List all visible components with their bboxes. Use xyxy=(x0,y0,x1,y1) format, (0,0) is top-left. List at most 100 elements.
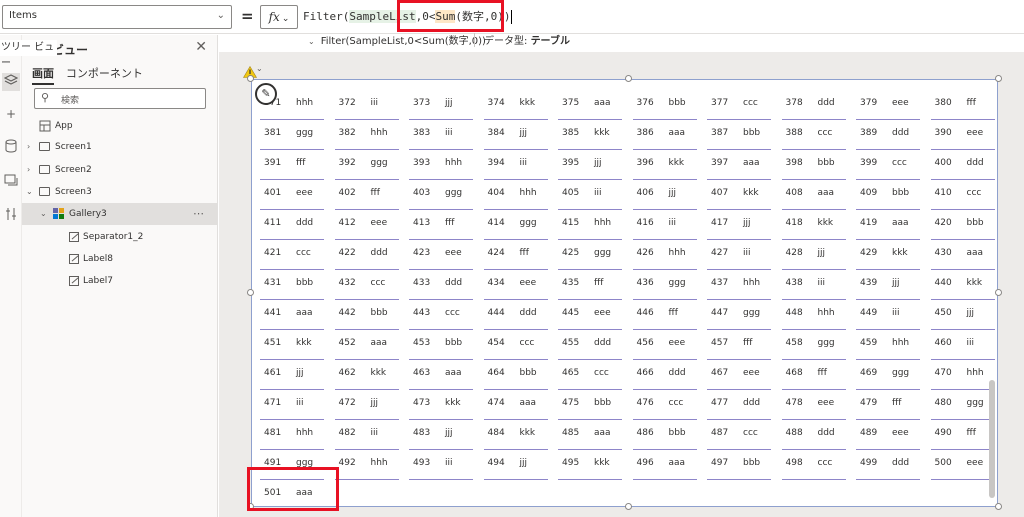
gallery-item[interactable]: 436 ggg xyxy=(625,270,700,300)
gallery-item[interactable]: 458 ggg xyxy=(774,330,849,360)
gallery-item[interactable]: 484 kkk xyxy=(476,420,551,450)
gallery-item[interactable]: 420 bbb xyxy=(923,210,998,240)
gallery-item[interactable]: 391 fff xyxy=(252,150,327,180)
gallery-item[interactable]: 404 hhh xyxy=(476,180,551,210)
gallery-item[interactable]: 453 bbb xyxy=(401,330,476,360)
gallery-item[interactable]: 489 eee xyxy=(848,420,923,450)
gallery-item[interactable]: 380 fff xyxy=(923,90,998,120)
gallery-item[interactable]: 402 fff xyxy=(327,180,402,210)
gallery-item[interactable]: 481 hhh xyxy=(252,420,327,450)
gallery-item[interactable]: 419 aaa xyxy=(848,210,923,240)
gallery-item[interactable]: 382 hhh xyxy=(327,120,402,150)
gallery-item[interactable]: 430 aaa xyxy=(923,240,998,270)
gallery-item[interactable]: 434 eee xyxy=(476,270,551,300)
gallery-item[interactable]: 464 bbb xyxy=(476,360,551,390)
gallery-item[interactable]: 442 bbb xyxy=(327,300,402,330)
gallery-item[interactable]: 433 ddd xyxy=(401,270,476,300)
gallery-item[interactable]: 421 ccc xyxy=(252,240,327,270)
gallery-item[interactable]: 449 iii xyxy=(848,300,923,330)
gallery-item[interactable]: 384 jjj xyxy=(476,120,551,150)
gallery-item[interactable]: 422 ddd xyxy=(327,240,402,270)
gallery-item[interactable]: 477 ddd xyxy=(699,390,774,420)
gallery-item[interactable]: 462 kkk xyxy=(327,360,402,390)
gallery-item[interactable]: 467 eee xyxy=(699,360,774,390)
gallery-item[interactable]: 500 eee xyxy=(923,450,998,480)
gallery-item[interactable]: 479 fff xyxy=(848,390,923,420)
gallery-item[interactable]: 394 iii xyxy=(476,150,551,180)
gallery-item[interactable]: 374 kkk xyxy=(476,90,551,120)
gallery-item[interactable]: 405 iii xyxy=(550,180,625,210)
gallery-item[interactable]: 411 ddd xyxy=(252,210,327,240)
gallery-item[interactable]: 468 fff xyxy=(774,360,849,390)
gallery-item[interactable]: 376 bbb xyxy=(625,90,700,120)
gallery-item[interactable]: 413 fff xyxy=(401,210,476,240)
gallery-item[interactable]: 428 jjj xyxy=(774,240,849,270)
gallery-item[interactable]: 425 ggg xyxy=(550,240,625,270)
gallery-item[interactable]: 448 hhh xyxy=(774,300,849,330)
tree-item-screen3[interactable]: ⌄ Screen3 xyxy=(22,181,218,203)
gallery-item[interactable]: 423 eee xyxy=(401,240,476,270)
gallery-item[interactable]: 429 kkk xyxy=(848,240,923,270)
gallery-item[interactable]: 388 ccc xyxy=(774,120,849,150)
gallery-item[interactable]: 416 iii xyxy=(625,210,700,240)
gallery-item[interactable]: 381 ggg xyxy=(252,120,327,150)
tree-item-label8[interactable]: Label8 xyxy=(22,248,218,270)
resize-handle[interactable] xyxy=(995,503,1002,510)
gallery-item[interactable]: 373 jjj xyxy=(401,90,476,120)
gallery-item[interactable]: 480 ggg xyxy=(923,390,998,420)
search-input[interactable]: ⚲ 検索 xyxy=(34,88,206,109)
gallery-item[interactable]: 483 jjj xyxy=(401,420,476,450)
gallery-item[interactable]: 397 aaa xyxy=(699,150,774,180)
resize-handle[interactable] xyxy=(625,75,632,82)
gallery-item[interactable]: 438 iii xyxy=(774,270,849,300)
tree-item-label7[interactable]: Label7 xyxy=(22,270,218,292)
tree-item-gallery3[interactable]: ⌄ Gallery3 ⋯ xyxy=(22,203,218,225)
gallery-item[interactable]: 455 ddd xyxy=(550,330,625,360)
gallery-item[interactable]: 418 kkk xyxy=(774,210,849,240)
resize-handle[interactable] xyxy=(995,289,1002,296)
gallery-item[interactable]: 494 jjj xyxy=(476,450,551,480)
tools-icon[interactable] xyxy=(2,207,20,225)
gallery-item[interactable]: 406 jjj xyxy=(625,180,700,210)
gallery-item[interactable]: 441 aaa xyxy=(252,300,327,330)
gallery-item[interactable]: 498 ccc xyxy=(774,450,849,480)
gallery-item[interactable]: 378 ddd xyxy=(774,90,849,120)
tree-item-screen1[interactable]: › Screen1 xyxy=(22,136,218,158)
edit-pencil-icon[interactable]: ✎ xyxy=(255,83,277,105)
gallery-item[interactable]: 469 ggg xyxy=(848,360,923,390)
gallery-item[interactable]: 487 ccc xyxy=(699,420,774,450)
gallery-item[interactable]: 451 kkk xyxy=(252,330,327,360)
gallery-item[interactable]: 401 eee xyxy=(252,180,327,210)
gallery-item[interactable]: 400 ddd xyxy=(923,150,998,180)
gallery-item[interactable]: 443 ccc xyxy=(401,300,476,330)
gallery-item[interactable]: 447 ggg xyxy=(699,300,774,330)
gallery-item[interactable]: 457 fff xyxy=(699,330,774,360)
gallery-item[interactable]: 435 fff xyxy=(550,270,625,300)
plus-icon[interactable]: + xyxy=(2,105,20,123)
gallery-item[interactable]: 379 eee xyxy=(848,90,923,120)
gallery-item[interactable]: 473 kkk xyxy=(401,390,476,420)
gallery-item[interactable]: 465 ccc xyxy=(550,360,625,390)
resize-handle[interactable] xyxy=(247,289,254,296)
gallery-item[interactable]: 478 eee xyxy=(774,390,849,420)
gallery-item[interactable]: 439 jjj xyxy=(848,270,923,300)
gallery-item[interactable]: 393 hhh xyxy=(401,150,476,180)
gallery-item[interactable]: 389 ddd xyxy=(848,120,923,150)
gallery-item[interactable]: 407 kkk xyxy=(699,180,774,210)
gallery-item[interactable]: 444 ddd xyxy=(476,300,551,330)
gallery-item[interactable]: 470 hhh xyxy=(923,360,998,390)
gallery-item[interactable]: 377 ccc xyxy=(699,90,774,120)
gallery-item[interactable]: 493 iii xyxy=(401,450,476,480)
gallery-item[interactable]: 497 bbb xyxy=(699,450,774,480)
gallery-item[interactable]: 472 jjj xyxy=(327,390,402,420)
gallery-item[interactable]: 375 aaa xyxy=(550,90,625,120)
gallery-item[interactable]: 485 aaa xyxy=(550,420,625,450)
gallery-item[interactable]: 432 ccc xyxy=(327,270,402,300)
gallery-item[interactable]: 456 eee xyxy=(625,330,700,360)
gallery-item[interactable]: 446 fff xyxy=(625,300,700,330)
gallery-item[interactable]: 466 ddd xyxy=(625,360,700,390)
gallery-item[interactable]: 399 ccc xyxy=(848,150,923,180)
gallery-item[interactable]: 495 kkk xyxy=(550,450,625,480)
tree-item-separator1-2[interactable]: Separator1_2 xyxy=(22,226,218,248)
gallery-item[interactable]: 463 aaa xyxy=(401,360,476,390)
